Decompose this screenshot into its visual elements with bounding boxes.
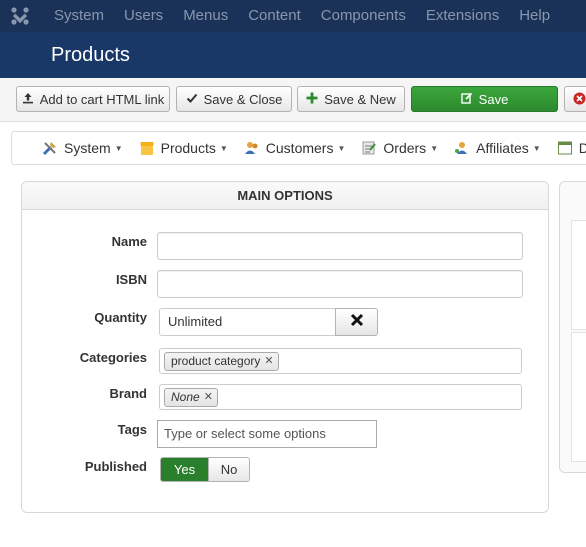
joomla-logo-icon[interactable] bbox=[0, 0, 40, 32]
title-bar: Products bbox=[0, 32, 586, 78]
side-panel-section bbox=[571, 220, 586, 330]
nav-orders-label: Orders bbox=[383, 140, 427, 156]
caret-down-icon: ▼ bbox=[532, 143, 541, 153]
category-chip-label: product category bbox=[171, 354, 261, 368]
check-icon bbox=[186, 92, 198, 106]
edit-icon bbox=[460, 92, 473, 106]
menu-extensions[interactable]: Extensions bbox=[416, 0, 509, 32]
menu-system[interactable]: System bbox=[40, 0, 114, 32]
published-toggle: Yes No bbox=[160, 457, 250, 482]
published-no-option[interactable]: No bbox=[208, 458, 249, 481]
categories-field[interactable]: product category ✕ bbox=[159, 348, 522, 374]
tags-label: Tags bbox=[117, 422, 147, 437]
save-close-button[interactable]: Save & Close bbox=[176, 86, 292, 112]
isbn-input[interactable] bbox=[157, 270, 523, 298]
box-icon bbox=[139, 140, 155, 156]
brand-chip-label: None bbox=[171, 390, 200, 404]
upload-icon bbox=[22, 92, 34, 106]
remove-chip-icon[interactable]: ✕ bbox=[264, 353, 273, 370]
caret-down-icon: ▼ bbox=[219, 143, 228, 153]
quantity-input[interactable]: Unlimited bbox=[159, 308, 336, 336]
name-input[interactable] bbox=[157, 232, 523, 260]
brand-label: Brand bbox=[109, 386, 147, 401]
remove-chip-icon[interactable]: ✕ bbox=[204, 389, 213, 406]
plus-icon bbox=[306, 92, 318, 106]
brand-field[interactable]: None ✕ bbox=[159, 384, 522, 410]
top-menu-bar: System Users Menus Content Components Ex… bbox=[0, 0, 586, 32]
published-yes-option[interactable]: Yes bbox=[161, 458, 208, 481]
menu-users[interactable]: Users bbox=[114, 0, 173, 32]
window-icon bbox=[557, 140, 573, 156]
save-label: Save bbox=[478, 91, 509, 107]
brand-chip: None ✕ bbox=[164, 388, 218, 407]
category-chip: product category ✕ bbox=[164, 352, 279, 371]
tags-input[interactable]: Type or select some options bbox=[157, 420, 377, 448]
close-circle-icon bbox=[573, 92, 586, 107]
menu-help[interactable]: Help bbox=[509, 0, 560, 32]
nav-customers[interactable]: Customers ▼ bbox=[236, 140, 354, 156]
close-icon bbox=[350, 313, 364, 332]
side-panel-section bbox=[571, 332, 586, 462]
caret-down-icon: ▼ bbox=[337, 143, 346, 153]
published-label: Published bbox=[84, 459, 147, 474]
affiliates-icon bbox=[454, 140, 470, 156]
quantity-label: Quantity bbox=[94, 310, 147, 325]
nav-more-label: D bbox=[578, 140, 586, 156]
side-panel bbox=[559, 181, 586, 473]
name-label: Name bbox=[111, 234, 147, 249]
save-new-label: Save & New bbox=[324, 91, 396, 107]
caret-down-icon: ▼ bbox=[430, 143, 439, 153]
menu-menus[interactable]: Menus bbox=[173, 0, 238, 32]
nav-affiliates[interactable]: Affiliates ▼ bbox=[446, 140, 549, 156]
isbn-label: ISBN bbox=[115, 272, 147, 287]
nav-more[interactable]: D bbox=[549, 140, 586, 156]
save-close-label: Save & Close bbox=[203, 91, 283, 107]
orders-icon bbox=[361, 140, 377, 156]
users-icon bbox=[244, 140, 260, 156]
quantity-clear-button[interactable] bbox=[335, 308, 378, 336]
save-button[interactable]: Save bbox=[411, 86, 558, 112]
nav-system-label: System bbox=[64, 140, 111, 156]
nav-customers-label: Customers bbox=[265, 140, 334, 156]
nav-products-label: Products bbox=[160, 140, 216, 156]
close-button[interactable] bbox=[564, 86, 586, 112]
categories-label: Categories bbox=[79, 350, 147, 365]
panel-heading: MAIN OPTIONS bbox=[22, 182, 548, 210]
save-new-button[interactable]: Save & New bbox=[297, 86, 405, 112]
menu-content[interactable]: Content bbox=[238, 0, 311, 32]
page-title: Products bbox=[51, 44, 130, 66]
component-nav: System ▼ Products ▼ Customers ▼ Orders ▼… bbox=[11, 131, 586, 165]
add-to-cart-html-link-button[interactable]: Add to cart HTML link bbox=[16, 86, 170, 112]
caret-down-icon: ▼ bbox=[114, 143, 123, 153]
add-to-cart-label: Add to cart HTML link bbox=[39, 91, 165, 107]
nav-orders[interactable]: Orders ▼ bbox=[353, 140, 446, 156]
toolbar: Add to cart HTML link Save & Close Save … bbox=[0, 78, 586, 122]
nav-affiliates-label: Affiliates bbox=[476, 140, 529, 156]
nav-system[interactable]: System ▼ bbox=[12, 140, 131, 156]
menu-components[interactable]: Components bbox=[311, 0, 416, 32]
nav-products[interactable]: Products ▼ bbox=[131, 140, 236, 156]
tools-icon bbox=[42, 140, 58, 156]
